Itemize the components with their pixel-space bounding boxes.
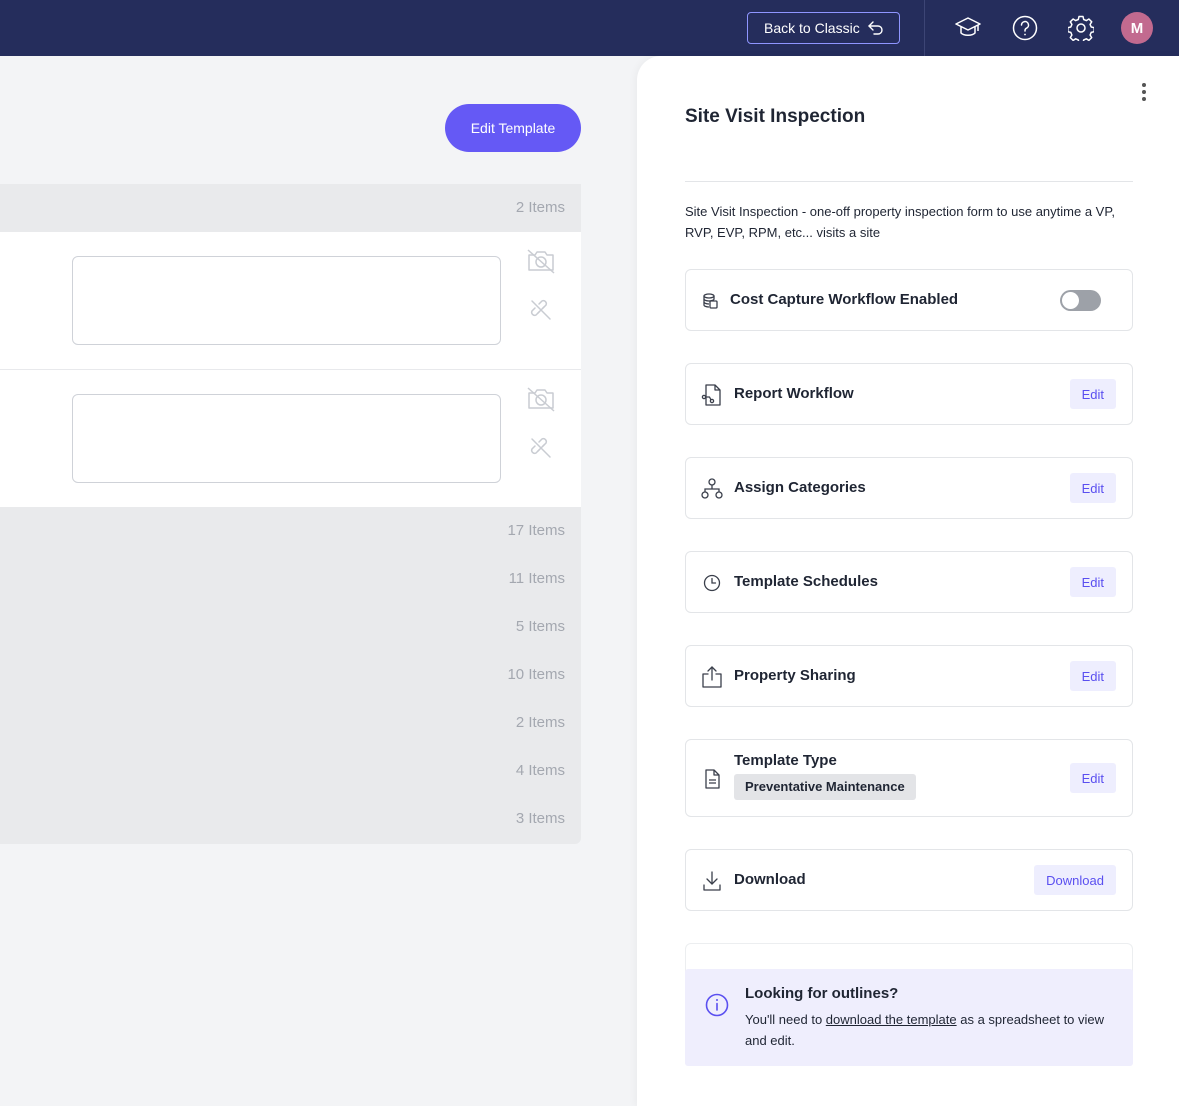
topbar-divider <box>924 0 925 56</box>
section-item-count: 2 Items <box>515 199 565 216</box>
back-to-classic-button[interactable]: Back to Classic <box>747 12 900 44</box>
help-icon[interactable] <box>1011 14 1039 42</box>
share-icon <box>700 665 724 689</box>
back-to-classic-label: Back to Classic <box>764 20 860 36</box>
report-workflow-edit-button[interactable]: Edit <box>1069 379 1116 409</box>
cost-capture-toggle[interactable] <box>1060 290 1101 311</box>
assign-categories-label: Assign Categories <box>734 479 866 496</box>
info-text-part: You'll need to <box>745 1012 826 1027</box>
template-type-edit-button[interactable]: Edit <box>1069 763 1116 793</box>
property-sharing-label: Property Sharing <box>734 667 856 684</box>
cost-capture-label: Cost Capture Workflow Enabled <box>730 291 959 308</box>
document-icon <box>700 767 724 791</box>
download-button[interactable]: Download <box>1034 865 1116 895</box>
edit-template-button[interactable]: Edit Template <box>445 104 581 152</box>
camera-off-icon[interactable] <box>526 385 556 413</box>
download-icon <box>700 869 724 893</box>
report-workflow-card: Report Workflow Edit <box>685 363 1133 425</box>
template-type-card: Template Type Preventative Maintenance E… <box>685 739 1133 817</box>
more-options-icon[interactable] <box>1134 80 1154 104</box>
panel-title: Site Visit Inspection <box>685 106 866 127</box>
download-label: Download <box>734 871 806 888</box>
template-settings-panel: Site Visit Inspection Site Visit Inspect… <box>637 56 1179 1106</box>
camera-off-icon[interactable] <box>526 247 556 275</box>
section-item-count[interactable]: 17 Items <box>507 507 565 555</box>
section-item-count[interactable]: 2 Items <box>516 699 565 747</box>
section-item-count[interactable]: 11 Items <box>509 555 565 603</box>
info-text: You'll need to download the template as … <box>745 1009 1115 1051</box>
undo-icon <box>868 21 883 35</box>
item-response-input[interactable] <box>72 256 501 345</box>
template-schedules-label: Template Schedules <box>734 573 878 590</box>
info-icon <box>705 993 729 1017</box>
coins-icon <box>698 289 722 313</box>
collapsed-sections: 17 Items 11 Items 5 Items 10 Items 2 Ite… <box>0 507 581 844</box>
settings-icon[interactable] <box>1067 14 1095 42</box>
report-workflow-label: Report Workflow <box>734 385 854 402</box>
hierarchy-icon <box>700 477 724 501</box>
top-navigation-bar: Back to Classic M <box>0 0 1179 56</box>
section-item-count[interactable]: 4 Items <box>516 747 565 795</box>
section-item-count[interactable]: 5 Items <box>516 603 565 651</box>
template-schedules-edit-button[interactable]: Edit <box>1069 567 1116 597</box>
section-item-count[interactable]: 10 Items <box>507 651 565 699</box>
download-card: Download Download <box>685 849 1133 911</box>
panel-divider <box>685 181 1133 182</box>
template-schedules-card: Template Schedules Edit <box>685 551 1133 613</box>
info-title: Looking for outlines? <box>745 985 899 1002</box>
outlines-info-banner: Looking for outlines? You'll need to dow… <box>685 969 1133 1066</box>
download-template-link[interactable]: download the template <box>826 1012 957 1027</box>
section-items <box>0 232 581 507</box>
section-item-count[interactable]: 3 Items <box>516 795 565 843</box>
template-description: Site Visit Inspection - one-off property… <box>685 204 1115 240</box>
item-response-input[interactable] <box>72 394 501 483</box>
cost-capture-card: Cost Capture Workflow Enabled <box>685 269 1133 331</box>
template-type-badge: Preventative Maintenance <box>734 774 916 800</box>
graduation-cap-icon[interactable] <box>954 14 982 42</box>
clock-icon <box>700 571 724 595</box>
link-off-icon[interactable] <box>526 296 556 324</box>
property-sharing-edit-button[interactable]: Edit <box>1069 661 1116 691</box>
report-workflow-icon <box>700 383 724 407</box>
row-divider <box>0 369 581 370</box>
template-type-label: Template Type <box>734 752 837 769</box>
assign-categories-card: Assign Categories Edit <box>685 457 1133 519</box>
link-off-icon[interactable] <box>526 434 556 462</box>
property-sharing-card: Property Sharing Edit <box>685 645 1133 707</box>
section-header[interactable]: 2 Items <box>0 184 581 232</box>
user-avatar[interactable]: M <box>1121 12 1153 44</box>
assign-categories-edit-button[interactable]: Edit <box>1069 473 1116 503</box>
